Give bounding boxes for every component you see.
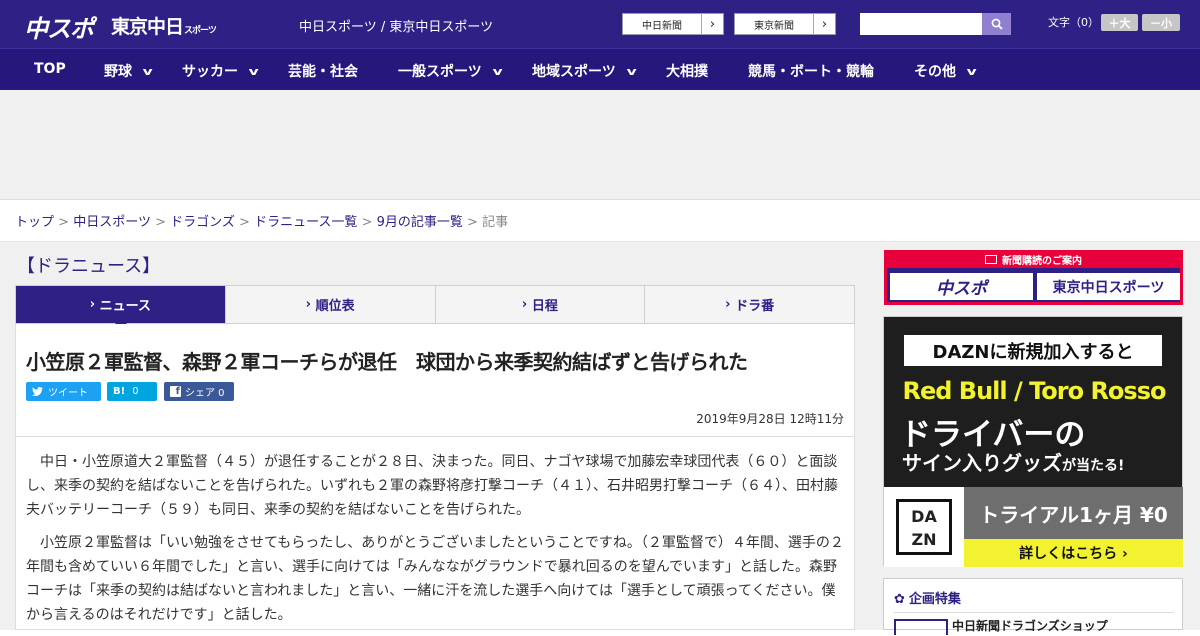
main-nav: TOP 野球 v サッカー v 芸能・社会 一般スポーツ v 地域スポーツ v 大相撲 … <box>0 48 1200 90</box>
facebook-icon: f <box>170 386 181 397</box>
site-name: 中日スポーツ / 東京中日スポーツ <box>299 20 494 35</box>
twitter-icon <box>32 387 43 396</box>
tab-schedule[interactable]: › 日程 <box>436 286 646 323</box>
chevron-down-icon: v <box>492 64 503 78</box>
nav-item-soccer[interactable]: サッカー v <box>182 61 259 81</box>
tokyo-shimbun-link[interactable]: 東京新聞 › <box>734 13 836 35</box>
newspaper-icon <box>985 254 997 264</box>
subscribe-chuspo-link[interactable]: 中スポ <box>890 273 1033 300</box>
search-input[interactable] <box>860 13 982 35</box>
chevron-down-icon: v <box>142 64 153 78</box>
nav-item-racing[interactable]: 競馬・ボート・競輪 <box>748 61 874 81</box>
hatena-icon: B! <box>113 386 126 397</box>
nav-item-other[interactable]: その他 v <box>914 61 977 81</box>
dazn-headline: DAZNに新規加入すると <box>904 335 1162 366</box>
article-date: 2019年9月28日 12時11分 <box>696 412 844 426</box>
chevron-down-icon: v <box>248 64 259 78</box>
nav-item-local-sports[interactable]: 地域スポーツ v <box>532 61 637 81</box>
section-tabs: › ニュース › 順位表 › 日程 › ドラ番 <box>15 285 855 330</box>
chunichi-shimbun-link[interactable]: 中日新聞 › <box>622 13 724 35</box>
dazn-cta-button[interactable]: 詳しくはこちら › <box>964 539 1183 567</box>
tab-standings[interactable]: › 順位表 <box>226 286 436 323</box>
breadcrumb: トップ > 中日スポーツ > ドラゴンズ > ドラニュース一覧 > 9月の記事一… <box>15 215 509 230</box>
chuspo-logo[interactable]: 中スポ <box>24 9 94 44</box>
breadcrumb-september-list[interactable]: 9月の記事一覧 <box>377 215 463 230</box>
breadcrumb-chunichi-sports[interactable]: 中日スポーツ <box>73 215 151 230</box>
chevron-right-icon: › <box>821 16 828 32</box>
search-button[interactable] <box>982 13 1011 35</box>
font-bigger-button[interactable]: ＋大 <box>1101 14 1138 31</box>
breadcrumb-current: 記事 <box>482 215 509 230</box>
facebook-share-button[interactable]: f シェア 0 <box>164 382 234 401</box>
subscribe-title: 新聞購読のご案内 <box>887 250 1180 268</box>
site-header: 中スポ 東京中日スポーツ 中日スポーツ / 東京中日スポーツ 中日新聞 › 東京新… <box>0 0 1200 48</box>
tweet-button[interactable]: ツイート <box>26 382 101 401</box>
breadcrumb-top[interactable]: トップ <box>15 215 54 230</box>
article-body: 中日・小笠原道大２軍監督（４５）が退任することが２８日、決まった。同日、ナゴヤ球… <box>26 450 846 636</box>
section-title: 【ドラニュース】 <box>17 256 161 277</box>
breadcrumb-dora-news-list[interactable]: ドラニュース一覧 <box>254 215 357 230</box>
nav-item-top[interactable]: TOP <box>34 61 66 77</box>
tokyo-chunichi-logo[interactable]: 東京中日スポーツ <box>111 12 217 39</box>
chevron-right-icon: › <box>709 16 716 32</box>
nav-item-sumo[interactable]: 大相撲 <box>666 61 708 81</box>
article-paragraph: 中日・小笠原道大２軍監督（４５）が退任することが２８日、決まった。同日、ナゴヤ球… <box>26 454 838 518</box>
search-icon <box>991 18 1003 30</box>
divider <box>16 436 854 437</box>
ad-banner-area <box>0 90 1200 200</box>
dazn-ad[interactable]: DAZNに新規加入すると Red Bull / Toro Rosso ドライバー… <box>883 316 1183 567</box>
dazn-logo: DA ZN <box>884 487 964 567</box>
article: 小笠原２軍監督、森野２軍コーチらが退任 球団から来季契約結ばずと告げられた ツイ… <box>15 324 855 630</box>
article-paragraph: 小笠原２軍監督は「いい勉強をさせてもらったし、ありがとうございましたということで… <box>26 535 844 623</box>
tab-doraban[interactable]: › ドラ番 <box>645 286 854 323</box>
ribbon-icon: ✿ <box>894 592 905 607</box>
nav-item-general-sports[interactable]: 一般スポーツ v <box>398 61 503 81</box>
dazn-trial: トライアル1ヶ月 ¥0 <box>964 487 1183 539</box>
feature-box: ✿ 企画特集 中日新聞ドラゴンズショップ <box>883 578 1183 635</box>
chevron-down-icon: v <box>626 64 637 78</box>
nav-item-entertainment[interactable]: 芸能・社会 <box>288 61 358 81</box>
dazn-goods: サイン入りグッズが当たる! <box>902 451 1125 475</box>
subscribe-tokyo-chunichi-link[interactable]: 東京中日スポーツ <box>1037 273 1180 300</box>
feature-title: ✿ 企画特集 <box>894 592 961 607</box>
tab-news[interactable]: › ニュース <box>16 286 226 330</box>
breadcrumb-dragons[interactable]: ドラゴンズ <box>170 215 235 230</box>
dazn-teams: Red Bull / Toro Rosso <box>902 377 1167 405</box>
subscribe-box: 新聞購読のご案内 中スポ 東京中日スポーツ <box>884 250 1183 305</box>
chevron-down-icon: v <box>966 64 977 78</box>
hatena-bookmark-button[interactable]: B! 0 <box>107 382 157 401</box>
font-size-label: 文字（0） <box>1048 16 1099 29</box>
nav-item-baseball[interactable]: 野球 v <box>104 61 153 81</box>
article-title: 小笠原２軍監督、森野２軍コーチらが退任 球団から来季契約結ばずと告げられた <box>26 350 748 374</box>
font-smaller-button[interactable]: －小 <box>1142 14 1180 31</box>
feature-item[interactable]: 中日新聞ドラゴンズショップ <box>894 612 1174 635</box>
